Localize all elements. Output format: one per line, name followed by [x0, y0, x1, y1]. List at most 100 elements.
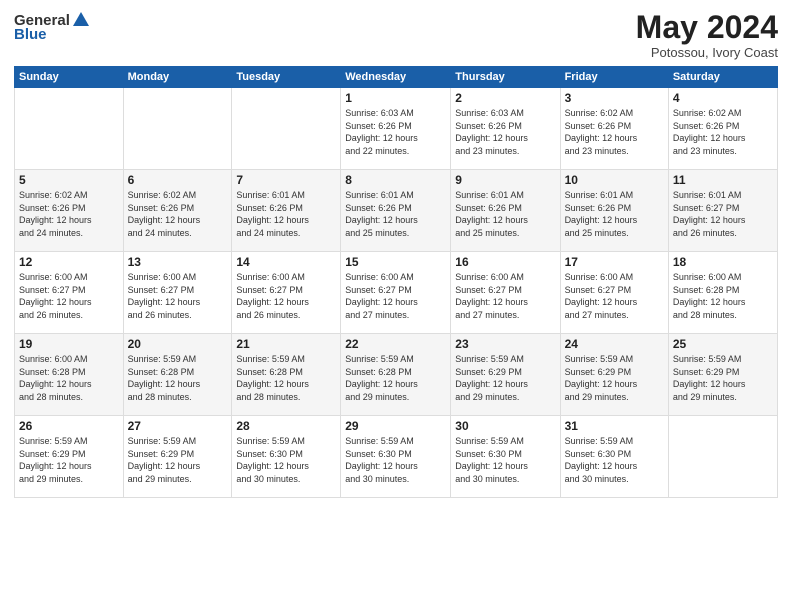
logo-icon: [71, 10, 91, 30]
table-row: 30Sunrise: 5:59 AM Sunset: 6:30 PM Dayli…: [451, 416, 560, 498]
table-row: 31 Sunrise: 5:59 AM Sunset: 6:30 PM Dayli…: [560, 416, 668, 498]
calendar-header-row: Sunday Monday Tuesday Wednesday Thursday…: [15, 67, 778, 88]
calendar-week-row: 12 Sunrise: 6:00 AM Sunset: 6:27 PM Dayli…: [15, 252, 778, 334]
day-info: Sunrise: 6:01 AM Sunset: 6:27 PM Dayligh…: [673, 189, 773, 239]
day-info: Sunrise: 5:59 AM Sunset: 6:28 PM Dayligh…: [128, 353, 228, 403]
page: General Blue May 2024 Potossou, Ivory Co…: [0, 0, 792, 612]
day-info: Sunrise: 6:00 AM Sunset: 6:27 PM Dayligh…: [19, 271, 119, 321]
table-row: 21 Sunrise: 5:59 AM Sunset: 6:28 PM Dayli…: [232, 334, 341, 416]
col-monday: Monday: [123, 67, 232, 88]
table-row: 20 Sunrise: 5:59 AM Sunset: 6:28 PM Dayli…: [123, 334, 232, 416]
day-info: Sunrise: 5:59 AM Sunset: 6:30 PM Dayligh…: [345, 435, 446, 485]
logo: General Blue: [14, 10, 91, 43]
col-sunday: Sunday: [15, 67, 124, 88]
table-row: 4 Sunrise: 6:02 AM Sunset: 6:26 PM Daylig…: [668, 88, 777, 170]
day-number: 9: [455, 173, 555, 187]
day-info: Sunrise: 5:59 AM Sunset: 6:29 PM Dayligh…: [455, 353, 555, 403]
day-info: Sunrise: 5:59 AM Sunset: 6:29 PM Dayligh…: [19, 435, 119, 485]
day-number: 10: [565, 173, 664, 187]
day-number: 2: [455, 91, 555, 105]
table-row: 16 Sunrise: 6:00 AM Sunset: 6:27 PM Dayli…: [451, 252, 560, 334]
day-info: Sunrise: 5:59 AM Sunset: 6:29 PM Dayligh…: [673, 353, 773, 403]
table-row: 23 Sunrise: 5:59 AM Sunset: 6:29 PM Dayli…: [451, 334, 560, 416]
table-row: 27 Sunrise: 5:59 AM Sunset: 6:29 PM Dayli…: [123, 416, 232, 498]
day-number: 20: [128, 337, 228, 351]
day-info: Sunrise: 6:00 AM Sunset: 6:28 PM Dayligh…: [673, 271, 773, 321]
table-row: 18Sunrise: 6:00 AM Sunset: 6:28 PM Dayli…: [668, 252, 777, 334]
day-number: 21: [236, 337, 336, 351]
day-number: 13: [128, 255, 228, 269]
table-row: [232, 88, 341, 170]
day-info: Sunrise: 6:00 AM Sunset: 6:27 PM Dayligh…: [565, 271, 664, 321]
table-row: 9 Sunrise: 6:01 AM Sunset: 6:26 PM Daylig…: [451, 170, 560, 252]
day-number: 8: [345, 173, 446, 187]
day-info: Sunrise: 6:03 AM Sunset: 6:26 PM Dayligh…: [345, 107, 446, 157]
table-row: [123, 88, 232, 170]
table-row: 3Sunrise: 6:02 AM Sunset: 6:26 PM Daylig…: [560, 88, 668, 170]
day-info: Sunrise: 6:01 AM Sunset: 6:26 PM Dayligh…: [455, 189, 555, 239]
table-row: 10 Sunrise: 6:01 AM Sunset: 6:26 PM Dayli…: [560, 170, 668, 252]
month-title: May 2024: [636, 10, 778, 45]
table-row: [668, 416, 777, 498]
day-number: 5: [19, 173, 119, 187]
table-row: 25Sunrise: 5:59 AM Sunset: 6:29 PM Dayli…: [668, 334, 777, 416]
day-number: 19: [19, 337, 119, 351]
col-thursday: Thursday: [451, 67, 560, 88]
table-row: 7 Sunrise: 6:01 AM Sunset: 6:26 PM Daylig…: [232, 170, 341, 252]
day-number: 7: [236, 173, 336, 187]
day-info: Sunrise: 6:01 AM Sunset: 6:26 PM Dayligh…: [565, 189, 664, 239]
day-info: Sunrise: 5:59 AM Sunset: 6:29 PM Dayligh…: [565, 353, 664, 403]
table-row: [15, 88, 124, 170]
day-number: 16: [455, 255, 555, 269]
logo-blue: Blue: [14, 26, 47, 43]
table-row: 6Sunrise: 6:02 AM Sunset: 6:26 PM Daylig…: [123, 170, 232, 252]
table-row: 15 Sunrise: 6:00 AM Sunset: 6:27 PM Dayli…: [341, 252, 451, 334]
col-saturday: Saturday: [668, 67, 777, 88]
table-row: 24 Sunrise: 5:59 AM Sunset: 6:29 PM Dayli…: [560, 334, 668, 416]
table-row: 29Sunrise: 5:59 AM Sunset: 6:30 PM Dayli…: [341, 416, 451, 498]
day-number: 1: [345, 91, 446, 105]
day-info: Sunrise: 6:02 AM Sunset: 6:26 PM Dayligh…: [673, 107, 773, 157]
day-info: Sunrise: 6:01 AM Sunset: 6:26 PM Dayligh…: [236, 189, 336, 239]
title-area: May 2024 Potossou, Ivory Coast: [636, 10, 778, 60]
day-number: 31: [565, 419, 664, 433]
day-number: 22: [345, 337, 446, 351]
day-info: Sunrise: 5:59 AM Sunset: 6:30 PM Dayligh…: [565, 435, 664, 485]
day-number: 15: [345, 255, 446, 269]
day-info: Sunrise: 5:59 AM Sunset: 6:29 PM Dayligh…: [128, 435, 228, 485]
day-number: 14: [236, 255, 336, 269]
day-info: Sunrise: 6:00 AM Sunset: 6:27 PM Dayligh…: [236, 271, 336, 321]
day-number: 12: [19, 255, 119, 269]
day-number: 26: [19, 419, 119, 433]
calendar-week-row: 19 Sunrise: 6:00 AM Sunset: 6:28 PM Dayli…: [15, 334, 778, 416]
calendar-week-row: 26 Sunrise: 5:59 AM Sunset: 6:29 PM Dayli…: [15, 416, 778, 498]
day-info: Sunrise: 6:00 AM Sunset: 6:28 PM Dayligh…: [19, 353, 119, 403]
location-title: Potossou, Ivory Coast: [636, 45, 778, 60]
table-row: 19 Sunrise: 6:00 AM Sunset: 6:28 PM Dayli…: [15, 334, 124, 416]
table-row: 28Sunrise: 5:59 AM Sunset: 6:30 PM Dayli…: [232, 416, 341, 498]
table-row: 11Sunrise: 6:01 AM Sunset: 6:27 PM Dayli…: [668, 170, 777, 252]
day-number: 23: [455, 337, 555, 351]
day-number: 6: [128, 173, 228, 187]
col-friday: Friday: [560, 67, 668, 88]
table-row: 5Sunrise: 6:02 AM Sunset: 6:26 PM Daylig…: [15, 170, 124, 252]
day-info: Sunrise: 5:59 AM Sunset: 6:30 PM Dayligh…: [236, 435, 336, 485]
col-tuesday: Tuesday: [232, 67, 341, 88]
table-row: 22Sunrise: 5:59 AM Sunset: 6:28 PM Dayli…: [341, 334, 451, 416]
table-row: 14 Sunrise: 6:00 AM Sunset: 6:27 PM Dayli…: [232, 252, 341, 334]
day-info: Sunrise: 5:59 AM Sunset: 6:30 PM Dayligh…: [455, 435, 555, 485]
table-row: 17 Sunrise: 6:00 AM Sunset: 6:27 PM Dayli…: [560, 252, 668, 334]
day-number: 17: [565, 255, 664, 269]
day-info: Sunrise: 5:59 AM Sunset: 6:28 PM Dayligh…: [236, 353, 336, 403]
day-info: Sunrise: 6:03 AM Sunset: 6:26 PM Dayligh…: [455, 107, 555, 157]
day-info: Sunrise: 6:00 AM Sunset: 6:27 PM Dayligh…: [455, 271, 555, 321]
day-info: Sunrise: 6:00 AM Sunset: 6:27 PM Dayligh…: [128, 271, 228, 321]
day-number: 4: [673, 91, 773, 105]
day-info: Sunrise: 6:00 AM Sunset: 6:27 PM Dayligh…: [345, 271, 446, 321]
col-wednesday: Wednesday: [341, 67, 451, 88]
calendar-week-row: 5Sunrise: 6:02 AM Sunset: 6:26 PM Daylig…: [15, 170, 778, 252]
day-number: 24: [565, 337, 664, 351]
table-row: 1 Sunrise: 6:03 AM Sunset: 6:26 PM Daylig…: [341, 88, 451, 170]
table-row: 26 Sunrise: 5:59 AM Sunset: 6:29 PM Dayli…: [15, 416, 124, 498]
day-number: 27: [128, 419, 228, 433]
